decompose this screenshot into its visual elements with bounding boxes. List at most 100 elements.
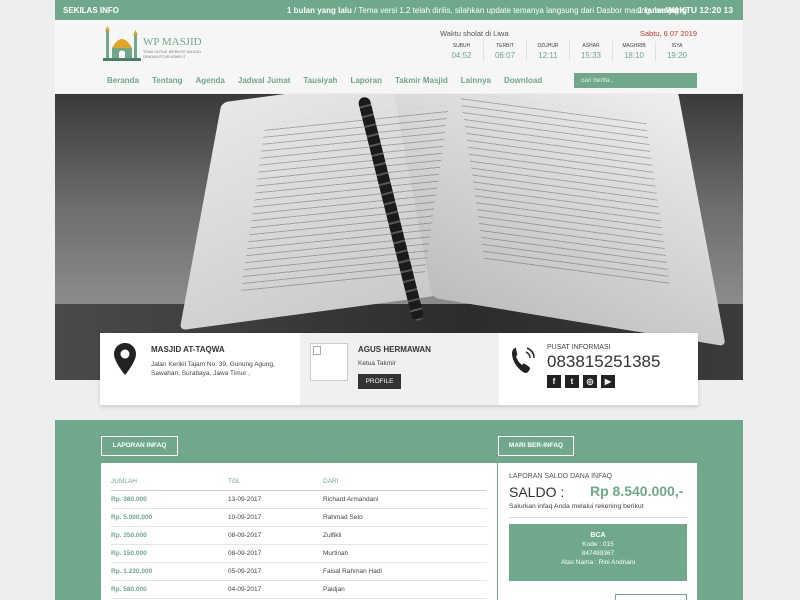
ticker-ago: 1 bulan yang lalu [287,6,352,15]
cell-dari: Paidjan [323,586,345,593]
bank-name: BCA [590,532,606,539]
prayer-name: MAGHRIB [622,43,646,49]
prayer-name: TERBIT [496,43,514,49]
cell-dari: Richard Armandani [323,496,379,503]
cell-dari: Murtinah [323,550,349,557]
nav-item-agenda[interactable]: Agenda [196,76,225,85]
cell-tgl: 13-09-2017 [228,496,262,503]
cell-tgl: 08-09-2017 [228,532,262,539]
nav-item-lainnya[interactable]: Lainnya [461,76,491,85]
cell-jumlah: Rp. 380.000 [111,496,147,503]
logo-tagline-2: DENGAN FITUR KOMPLIT [143,55,186,59]
prayer-time-maghrib: MAGHRIB 18:10 [612,41,655,61]
nav-item-beranda[interactable]: Beranda [107,76,139,85]
divider [509,517,687,518]
takmir-name: AGUS HERMAWAN [358,345,431,354]
cell-jumlah: Rp. 1.230.000 [111,568,153,575]
instagram-icon[interactable]: ◎ [583,375,597,388]
table-row: Rp. 580.000 04-09-2017 Paidjan [111,581,487,599]
bank-code: Kode : 015 [582,541,614,548]
ticker-label: SEKILAS INFO [63,6,120,15]
profile-button[interactable]: PROFILE [358,374,401,389]
hero-text-right [459,94,671,286]
cell-dari: Rahmad Seto [323,514,363,521]
saldo-box: LAPORAN SALDO DANA INFAQ SALDO : Rp 8.54… [498,463,697,600]
cell-jumlah: Rp. 5.000.000 [111,514,153,521]
info-cards: MASJID AT-TAQWA Jalan Kerikil Tajam No. … [100,333,698,405]
prayer-name: SUBUH [452,43,471,49]
prayer-time: 19:20 [666,51,688,60]
prayer-time: 06:07 [494,51,516,60]
main-nav: Beranda Tentang Agenda Jadwal Jumat Taus… [107,76,555,85]
infaq-table: JUMLAH TGL DARI Rp. 380.000 13-09-2017 R… [101,463,497,600]
cell-dari: Zulfikli [323,532,342,539]
table-row: Rp. 150.000 08-09-2017 Murtinah [111,545,487,563]
saldo-title: SALDO : [509,484,565,500]
col-tgl: TGL [228,478,241,485]
nav-item-jadwal-jumat[interactable]: Jadwal Jumat [238,76,290,85]
saldo-label: LAPORAN SALDO DANA INFAQ [509,473,613,480]
table-row: Rp. 5.000.000 10-09-2017 Rahmad Seto [111,509,487,527]
cell-jumlah: Rp. 350.000 [111,532,147,539]
bank-holder: Atas Nama : Rini Andriani [560,559,636,566]
prayer-time-dzuhur: DZUHUR 12:11 [526,41,569,61]
cell-tgl: 05-09-2017 [228,568,262,575]
prayer-times: SUBUH 04:52 TERBIT 06:07 DZUHUR 12:11 AS… [440,41,698,61]
nav-item-laporan[interactable]: Laporan [350,76,382,85]
broken-image-icon [313,346,321,355]
ticker-text[interactable]: 1 bulan yang lalu / Tema versi 1.2 telah… [287,6,679,15]
cell-jumlah: Rp. 150.000 [111,550,147,557]
col-jumlah: JUMLAH [111,478,138,485]
mari-berinfaq-button[interactable]: MARI BER-INFAQ [498,436,574,456]
table-row: Rp. 380.000 13-09-2017 Richard Armandani [111,491,487,509]
prayer-time: 04:52 [451,51,472,60]
map-pin-icon [114,343,136,375]
facebook-icon[interactable]: f [547,375,561,388]
youtube-icon[interactable]: ▶ [601,375,615,388]
nav-item-takmir-masjid[interactable]: Takmir Masjid [395,76,448,85]
cell-jumlah: Rp. 580.000 [111,586,147,593]
masjid-address: Jalan Kerikil Tajam No. 39, Gunung Agung… [151,361,275,377]
infaq-section: LAPORAN INFAQ MARI BER-INFAQ JUMLAH TGL … [55,420,743,600]
logo-tagline: TEMA UNTUK WEBSITE MASJID [143,50,202,54]
takmir-card: AGUS HERMAWAN Ketua Takmir PROFILE [300,333,499,405]
contact-card: PUSAT INFORMASI 083815251385 f t ◎ ▶ [499,333,698,405]
prayer-time-ashar: ASHAR 15:33 [569,41,612,61]
sholat-title: Waktu sholat di Liwa [440,29,509,38]
site-header: WP MASJID TEMA UNTUK WEBSITE MASJID DENG… [55,20,743,93]
cell-tgl: 04-09-2017 [228,586,262,593]
saldo-amount: Rp 8.540.000,- [590,483,684,499]
masjid-card: MASJID AT-TAQWA Jalan Kerikil Tajam No. … [100,333,300,405]
prayer-time-terbit: TERBIT 06:07 [483,41,526,61]
prayer-name: DZUHUR [537,43,559,49]
prayer-time-subuh: SUBUH 04:52 [440,41,483,61]
nav-item-tausiyah[interactable]: Tausiyah [303,76,337,85]
more-button[interactable] [615,594,687,600]
bank-account-box: BCA Kode : 015 847499367 Atas Nama : Rin… [509,524,687,581]
saldo-note: Salurkan infaq Anda melalui rekening ber… [509,503,644,510]
logo-name: WP MASJID [143,36,202,48]
cell-dari: Faisal Rahman Hadi [323,568,382,575]
prayer-name: ASHAR [582,43,600,49]
twitter-icon[interactable]: t [565,375,579,388]
site-logo[interactable]: WP MASJID TEMA UNTUK WEBSITE MASJID DENG… [103,26,213,64]
social-links: f t ◎ ▶ [547,375,619,388]
col-dari: DARI [323,478,339,485]
bank-account-number: 847499367 [581,550,615,557]
prayer-time: 18:10 [623,51,645,60]
search-input[interactable] [574,73,697,88]
table-header: JUMLAH TGL DARI [111,473,487,491]
hero-text-left [240,105,450,293]
nav-item-download[interactable]: Download [504,76,542,85]
table-row: Rp. 350.000 08-09-2017 Zulfikli [111,527,487,545]
prayer-time-isya: ISYA 19:20 [655,41,698,61]
laporan-infaq-button[interactable]: LAPORAN INFAQ [101,436,178,456]
pusat-info-phone[interactable]: 083815251385 [547,352,660,372]
masjid-name: MASJID AT-TAQWA [151,345,225,354]
takmir-photo [310,343,348,381]
table-row: Rp. 1.230.000 05-09-2017 Faisal Rahman H… [111,563,487,581]
prayer-time: 15:33 [580,51,602,60]
nav-item-tentang[interactable]: Tentang [152,76,183,85]
phone-icon [512,347,535,373]
pusat-info-label: PUSAT INFORMASI [547,344,611,351]
